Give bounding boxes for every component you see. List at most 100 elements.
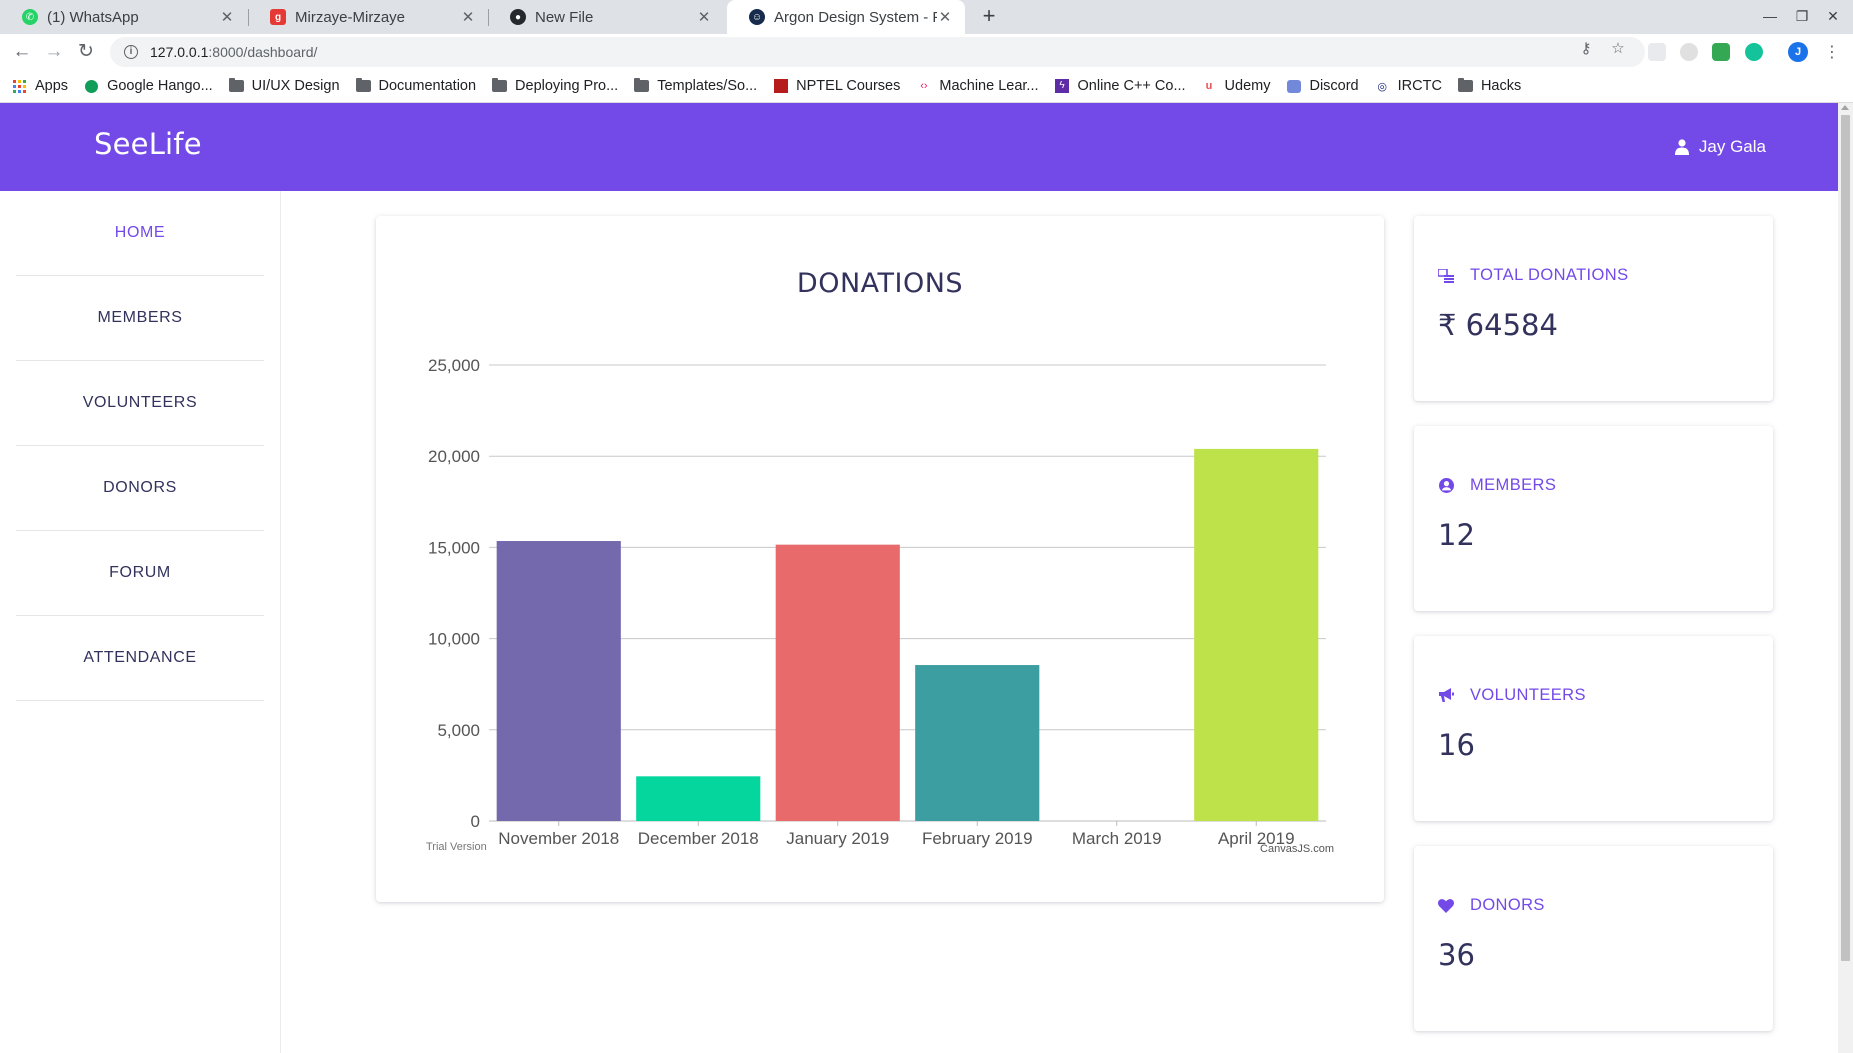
- stat-card-volunteers: VOLUNTEERS 16: [1414, 636, 1773, 821]
- argon-icon: ☺: [749, 9, 765, 25]
- bookmark-documentation[interactable]: Documentation: [355, 78, 476, 94]
- bookmark-online-cpp[interactable]: ϟ Online C++ Co...: [1055, 78, 1186, 94]
- bookmark-udemy[interactable]: u Udemy: [1202, 78, 1271, 94]
- folder-icon: [355, 78, 371, 93]
- star-icon[interactable]: ☆: [1608, 39, 1628, 59]
- bookmark-label: Google Hango...: [107, 78, 213, 94]
- bookmark-nptel[interactable]: NPTEL Courses: [773, 78, 900, 94]
- folder-icon: [228, 78, 244, 93]
- x-tick-label: December 2018: [638, 829, 759, 848]
- y-tick-label: 25,000: [428, 356, 480, 375]
- url-host: 127.0.0.1: [150, 44, 209, 60]
- bookmark-label: Udemy: [1224, 78, 1271, 94]
- bookmark-apps[interactable]: Apps: [12, 78, 68, 94]
- bookmark-uiux[interactable]: UI/UX Design: [228, 78, 340, 94]
- user-circle-icon: [1438, 478, 1454, 494]
- sidebar-item-volunteers[interactable]: VOLUNTEERS: [16, 361, 264, 446]
- brand-logo[interactable]: SeeLife: [94, 127, 202, 161]
- extension-icon[interactable]: [1648, 43, 1666, 61]
- forward-icon[interactable]: →: [42, 40, 66, 64]
- cors-extension-icon[interactable]: [1712, 43, 1730, 61]
- bookmark-discord[interactable]: Discord: [1286, 78, 1359, 94]
- stat-card-donors: DONORS 36: [1414, 846, 1773, 1031]
- canvasjs-credit: CanvasJS.com: [1260, 843, 1334, 855]
- profile-avatar[interactable]: J: [1788, 42, 1808, 62]
- stat-value: 36: [1438, 938, 1475, 972]
- tab-whatsapp[interactable]: ✆ (1) WhatsApp ✕: [0, 0, 247, 34]
- tab-title: Argon Design System - Fre: [774, 8, 937, 26]
- site-info-icon[interactable]: i: [124, 45, 138, 59]
- bar: [915, 665, 1040, 821]
- bar: [636, 776, 761, 821]
- url-path: :8000/dashboard/: [208, 44, 318, 60]
- x-tick-label: March 2019: [1072, 829, 1162, 848]
- close-icon[interactable]: ✕: [219, 8, 235, 26]
- page-scrollbar[interactable]: [1838, 103, 1853, 1053]
- close-window-icon[interactable]: ✕: [1823, 6, 1843, 26]
- bookmark-templates[interactable]: Templates/So...: [634, 78, 757, 94]
- bookmark-label: Templates/So...: [657, 78, 758, 94]
- trial-version-label: Trial Version: [426, 841, 487, 853]
- folder-icon: [1457, 78, 1473, 93]
- close-icon[interactable]: ✕: [696, 8, 712, 26]
- bookmark-label: IRCTC: [1397, 78, 1442, 94]
- stat-label: TOTAL DONATIONS: [1470, 266, 1629, 284]
- stat-card-members: MEMBERS 12: [1414, 426, 1773, 611]
- bookmark-irctc[interactable]: ◎ IRCTC: [1375, 78, 1442, 94]
- bar: [1194, 448, 1319, 821]
- bookmark-label: Deploying Pro...: [515, 78, 619, 94]
- bookmark-hangouts[interactable]: Google Hango...: [84, 78, 213, 94]
- key-icon[interactable]: ⚷: [1576, 39, 1596, 59]
- tab-new-file[interactable]: ● New File ✕: [488, 0, 724, 34]
- g-icon: g: [270, 9, 286, 25]
- sidebar-item-forum[interactable]: FORUM: [16, 531, 264, 616]
- user-menu[interactable]: Jay Gala: [1674, 137, 1766, 157]
- tab-title: New File: [535, 8, 594, 26]
- scroll-up-arrow-icon[interactable]: [1841, 105, 1849, 110]
- bookmark-machine-learning[interactable]: ‹› Machine Lear...: [916, 78, 1038, 94]
- browser-tab-strip: ✆ (1) WhatsApp ✕ g Mirzaye-Mirzaye ✕ ● N…: [0, 0, 1853, 34]
- bookmark-label: NPTEL Courses: [796, 78, 901, 94]
- y-tick-label: 10,000: [428, 630, 480, 649]
- nptel-icon: [773, 79, 788, 93]
- apps-icon: [12, 79, 27, 93]
- close-icon[interactable]: ✕: [937, 8, 953, 26]
- bookmark-label: Discord: [1309, 78, 1359, 94]
- browser-toolbar: ← → ↻ i 127.0.0.1:8000/dashboard/ ⚷ ☆ J …: [0, 34, 1853, 70]
- bookmark-hacks[interactable]: Hacks: [1457, 78, 1522, 94]
- y-tick-label: 0: [471, 812, 480, 831]
- scrollbar-thumb[interactable]: [1841, 115, 1850, 961]
- sidebar-item-attendance[interactable]: ATTENDANCE: [16, 616, 264, 701]
- donations-bar-chart: 0 5,000 10,000 15,000 20,000 25,000 November 2…: [426, 356, 1334, 855]
- sidebar-item-home[interactable]: HOME: [16, 191, 264, 276]
- tab-argon[interactable]: ☺ Argon Design System - Fre ✕: [727, 0, 965, 34]
- restore-icon[interactable]: ❐: [1792, 6, 1812, 26]
- sidebar-item-members[interactable]: MEMBERS: [16, 276, 264, 361]
- tab-mirzaye[interactable]: g Mirzaye-Mirzaye ✕: [248, 0, 488, 34]
- address-bar[interactable]: i 127.0.0.1:8000/dashboard/: [110, 37, 1645, 67]
- x-tick-label: January 2019: [786, 829, 889, 848]
- donations-chart-card: DONATIONS 0 5,000 10,000 15,000 20,000 25,000…: [376, 216, 1384, 902]
- hangouts-icon: [84, 79, 99, 93]
- x-tick-label: February 2019: [922, 829, 1033, 848]
- bookmark-label: Hacks: [1480, 78, 1522, 94]
- close-icon[interactable]: ✕: [460, 8, 476, 26]
- grammarly-icon[interactable]: [1745, 43, 1763, 61]
- menu-kebab-icon[interactable]: ⋮: [1824, 42, 1840, 62]
- heart-icon: [1438, 898, 1454, 914]
- y-tick-label: 5,000: [437, 721, 480, 740]
- extension-icon[interactable]: [1680, 43, 1698, 61]
- y-tick-label: 20,000: [428, 447, 480, 466]
- back-icon[interactable]: ←: [10, 40, 34, 64]
- minimize-icon[interactable]: —: [1760, 6, 1780, 26]
- app-header: SeeLife Jay Gala: [0, 103, 1838, 191]
- reload-icon[interactable]: ↻: [74, 40, 98, 64]
- udemy-icon: u: [1205, 80, 1213, 92]
- user-icon: [1674, 139, 1689, 155]
- bookmark-label: UI/UX Design: [251, 78, 340, 94]
- user-name: Jay Gala: [1698, 137, 1766, 156]
- sidebar-item-donors[interactable]: DONORS: [16, 446, 264, 531]
- new-tab-button[interactable]: +: [976, 4, 1002, 30]
- bookmark-label: Apps: [35, 78, 69, 94]
- bookmark-deploying[interactable]: Deploying Pro...: [492, 78, 618, 94]
